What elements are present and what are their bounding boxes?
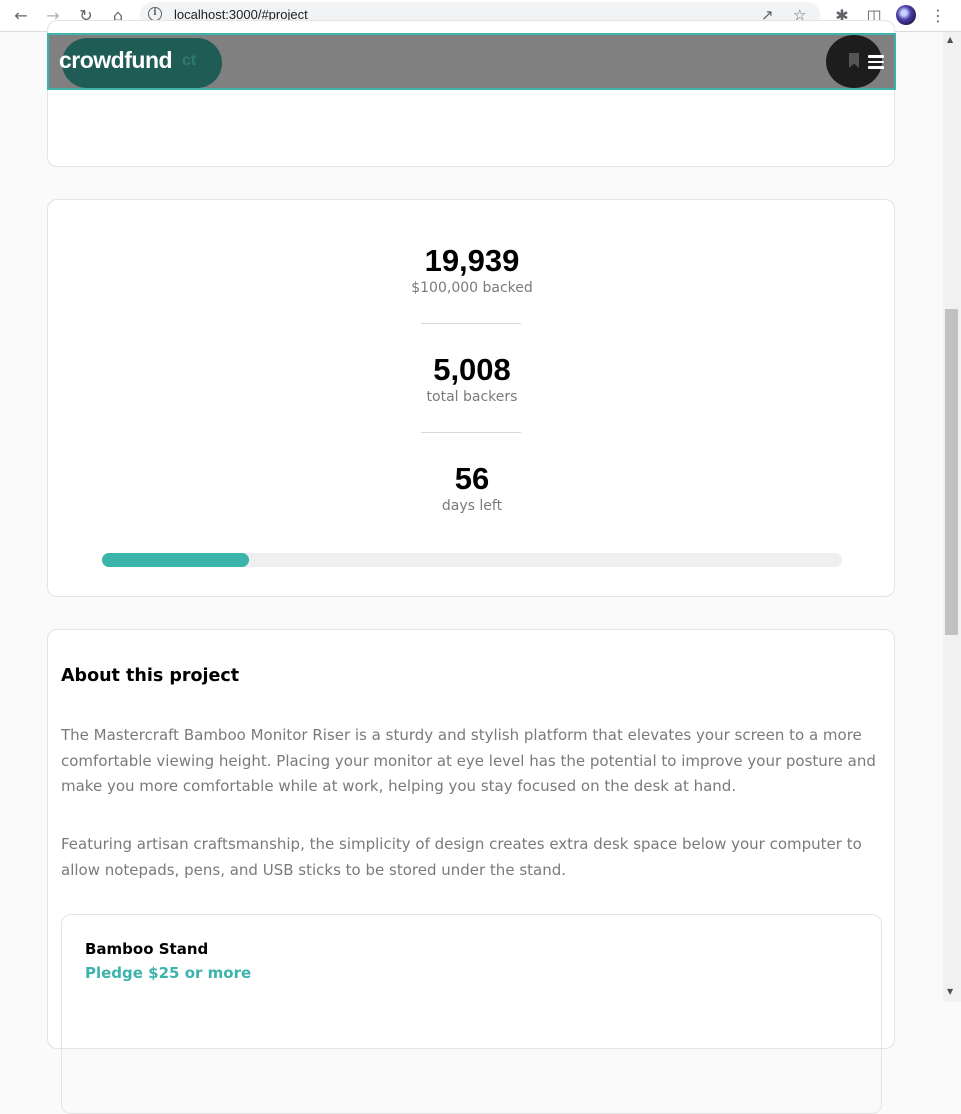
reward-pledge: Pledge $25 or more [85,964,252,982]
backed-amount: 19,939 [424,243,520,278]
stats-card: 19,939 $100,000 backed 5,008 total backe… [47,199,895,597]
stat-days: 56 days left [48,461,896,515]
scrollbar-thumb[interactable] [945,309,958,635]
hamburger-menu-icon[interactable] [868,55,884,69]
progress-fill [102,553,250,567]
crowdfund-logo[interactable]: crowdfund [59,47,173,74]
progress-bar [102,553,842,567]
about-paragraph: Featuring artisan craftsmanship, the sim… [61,835,862,879]
divider [421,432,521,433]
ghost-text: ct [182,52,197,69]
divider [421,323,521,324]
days-count: 56 [454,461,490,496]
back-arrow-icon[interactable]: ← [9,4,33,26]
backers-label: total backers [426,389,518,405]
backers-count: 5,008 [433,352,511,387]
backed-label: $100,000 backed [411,280,533,296]
profile-avatar[interactable] [896,5,916,25]
reward-card: Bamboo Stand Pledge $25 or more [61,914,882,1114]
site-header: ct crowdfund [47,33,896,90]
reward-name: Bamboo Stand [85,940,209,958]
scroll-down-icon[interactable]: ▼ [947,987,953,996]
scroll-up-icon[interactable]: ▲ [947,35,953,44]
page-scrollbar[interactable]: ▲ ▼ [943,32,961,1002]
stat-backers: 5,008 total backers [48,352,896,406]
stat-backed: 19,939 $100,000 backed [48,243,896,297]
menu-dots-icon[interactable]: ⋮ [926,4,950,26]
bookmark-icon [849,53,859,68]
about-title: About this project [61,666,240,686]
site-info-icon[interactable]: i [148,7,162,21]
days-label: days left [441,498,503,514]
about-paragraph: The Mastercraft Bamboo Monitor Riser is … [61,726,876,795]
about-card: About this project The Mastercraft Bambo… [47,629,895,1114]
